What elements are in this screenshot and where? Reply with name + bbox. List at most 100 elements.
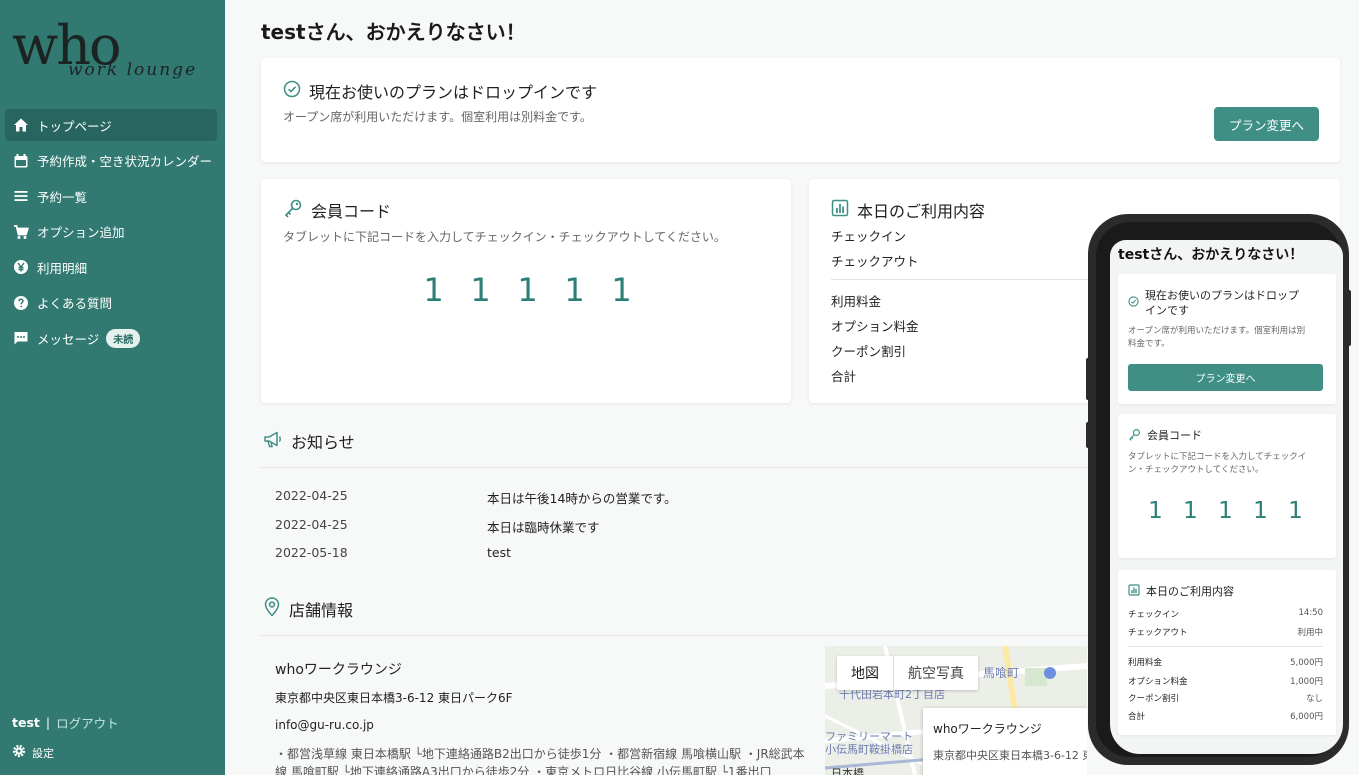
usage-row-fee: 利用料金 xyxy=(831,294,882,309)
sidebar-item-messages[interactable]: メッセージ 未読 xyxy=(5,322,217,354)
plan-card-title: 現在お使いのプランはドロップインです xyxy=(283,79,597,103)
message-icon xyxy=(13,330,29,346)
usage-row-option-fee: オプション料金 xyxy=(831,319,919,334)
mobile-plan-title-text: 現在お使いのプランはドロップ インです xyxy=(1145,288,1299,318)
mobile-usage-row: 合計 6,000円 xyxy=(1128,710,1323,722)
code-digit: 1 xyxy=(423,271,444,309)
sidebar-item-options[interactable]: オプション追加 xyxy=(5,216,217,248)
divider xyxy=(1128,646,1323,647)
mobile-bezel: testさん、おかえりなさい！ 現在お使いのプランはドロップ インです オープン… xyxy=(1096,222,1343,757)
usage-value: 5,000円 xyxy=(1290,658,1323,668)
news-date: 2022-04-25 xyxy=(275,517,348,532)
usage-value: 1,000円 xyxy=(1290,677,1323,687)
mobile-usage-row: オプション料金 1,000円 xyxy=(1128,675,1323,687)
news-title-text: お知らせ xyxy=(291,433,355,452)
mobile-member-code-title-text: 会員コード xyxy=(1147,429,1202,442)
sidebar-item-label: よくある質問 xyxy=(37,296,113,311)
store-map[interactable]: 馬喰町 十代田岩本町2丁目店 ファミリーマート 小伝馬町鞍掛橋店 日本橋 地図 … xyxy=(825,646,1087,775)
map-popup-address: 東京都中央区東日本橋3-6-12 東日 xyxy=(933,749,1087,762)
news-text[interactable]: 本日は臨時休業です xyxy=(487,517,600,536)
plan-card: 現在お使いのプランはドロップインです オープン席が利用いただけます。個室利用は別… xyxy=(261,58,1340,162)
news-text[interactable]: test xyxy=(487,545,511,560)
mobile-member-code-desc-line: タブレットに下記コードを入力してチェックイ xyxy=(1128,452,1307,462)
store-address: 東京都中央区東日本橋3-6-12 東日パーク6F xyxy=(275,691,513,705)
code-digit: 1 xyxy=(470,271,491,309)
sidebar-item-faq[interactable]: よくある質問 xyxy=(5,287,217,319)
news-text[interactable]: 本日は午後14時からの営業です。 xyxy=(487,488,677,507)
usage-label: チェックアウト xyxy=(1128,628,1188,638)
logo-sub-text: work lounge xyxy=(68,60,198,80)
sidebar-footer: test | ログアウト 設定 xyxy=(12,713,119,761)
sidebar-item-top[interactable]: トップページ xyxy=(5,109,217,141)
separator: | xyxy=(45,715,51,730)
list-icon xyxy=(13,188,29,204)
mobile-screen: testさん、おかえりなさい！ 現在お使いのプランはドロップ インです オープン… xyxy=(1110,240,1343,754)
change-plan-button[interactable]: プラン変更へ xyxy=(1214,107,1319,141)
page-title: testさん、おかえりなさい！ xyxy=(261,20,526,44)
news-date: 2022-05-18 xyxy=(275,545,348,560)
sidebar-item-reservations[interactable]: 予約一覧 xyxy=(5,180,217,212)
code-digit: 1 xyxy=(1288,498,1303,524)
usage-title: 本日のご利用内容 xyxy=(831,198,985,222)
mobile-usage-card: 本日のご利用内容 チェックイン 14:50 チェックアウト 利用中 利用料金 5… xyxy=(1118,570,1336,735)
yen-icon xyxy=(13,259,29,275)
sidebar-item-statements[interactable]: 利用明細 xyxy=(5,251,217,283)
sidebar-item-calendar[interactable]: 予約作成・空き状況カレンダー xyxy=(5,145,217,177)
mobile-member-code-desc: タブレットに下記コードを入力してチェックイ ン・チェックアウトしてください。 xyxy=(1128,451,1306,477)
key-icon xyxy=(1128,428,1141,445)
usage-label: チェックイン xyxy=(1128,610,1180,620)
logout-link[interactable]: ログアウト xyxy=(56,713,119,732)
code-digit: 1 xyxy=(1218,498,1233,524)
mobile-plan-desc-line: 料金です。 xyxy=(1128,339,1170,349)
usage-value: 6,000円 xyxy=(1290,712,1323,722)
user-name: test xyxy=(12,715,40,730)
member-code-title: 会員コード xyxy=(283,198,391,222)
mobile-change-plan-button[interactable]: プラン変更へ xyxy=(1128,364,1323,391)
member-code-desc: タブレットに下記コードを入力してチェックイン・チェックアウトしてください。 xyxy=(283,230,726,244)
megaphone-icon xyxy=(263,429,283,453)
sidebar-item-label: 予約作成・空き状況カレンダー xyxy=(37,154,213,169)
store-access: ・都営浅草線 東日本橋駅 └地下連絡通路B2出口から徒歩1分 ・都営新宿線 馬喰… xyxy=(275,747,805,775)
map-popup-name: whoワークラウンジ xyxy=(933,722,1042,736)
usage-value: 14:50 xyxy=(1298,608,1324,618)
usage-title-text: 本日のご利用内容 xyxy=(857,202,986,221)
store-name: whoワークラウンジ xyxy=(275,662,402,678)
mobile-usage-row: チェックイン 14:50 xyxy=(1128,608,1323,620)
mobile-page-title: testさん、おかえりなさい！ xyxy=(1118,247,1304,263)
location-pin-icon xyxy=(263,597,281,621)
check-circle-icon xyxy=(283,80,301,102)
sidebar-nav: トップページ 予約作成・空き状況カレンダー 予約一覧 オプション追加 利用明細 xyxy=(5,109,217,358)
usage-row-total: 合計 xyxy=(831,369,857,384)
usage-value: なし xyxy=(1305,694,1323,704)
map-type-tabs: 地図 航空写真 xyxy=(837,656,978,690)
store-title-text: 店舗情報 xyxy=(289,601,354,620)
code-digit: 1 xyxy=(1253,498,1268,524)
gear-icon xyxy=(12,744,26,761)
plan-desc: オープン席が利用いただけます。個室利用は別料金です。 xyxy=(283,110,592,124)
tab-map[interactable]: 地図 xyxy=(837,656,893,690)
mobile-plan-desc: オープン席が利用いただけます。個室利用は別 料金です。 xyxy=(1128,325,1305,351)
home-icon xyxy=(13,117,29,133)
usage-value: 利用中 xyxy=(1297,628,1323,638)
cart-icon xyxy=(13,224,29,240)
store-title: 店舗情報 xyxy=(263,597,353,621)
help-icon xyxy=(13,295,29,311)
map-label: 小伝馬町鞍掛橋店 xyxy=(825,743,913,756)
mobile-member-code-title: 会員コード xyxy=(1128,428,1202,445)
mobile-usage-row: 利用料金 5,000円 xyxy=(1128,656,1323,668)
mobile-member-code-desc-line: ン・チェックアウトしてください。 xyxy=(1128,465,1264,475)
usage-label: オプション料金 xyxy=(1128,677,1188,687)
mobile-usage-title-text: 本日のご利用内容 xyxy=(1146,585,1234,598)
settings-link[interactable]: 設定 xyxy=(12,744,119,761)
check-circle-icon xyxy=(1128,288,1139,318)
map-label: 日本橋 xyxy=(831,767,864,775)
store-email[interactable]: info@gu-ru.co.jp xyxy=(275,718,374,732)
plan-title-text: 現在お使いのプランはドロップインです xyxy=(309,83,598,102)
usage-row-checkin: チェックイン xyxy=(831,229,907,244)
sidebar-item-label: オプション追加 xyxy=(37,225,125,240)
usage-label: クーポン割引 xyxy=(1128,694,1180,704)
logo[interactable]: who work lounge xyxy=(12,14,217,94)
tab-satellite[interactable]: 航空写真 xyxy=(893,656,978,690)
mobile-plan-title-line: 現在お使いのプランはドロップ xyxy=(1145,289,1299,302)
mobile-plan-title: 現在お使いのプランはドロップ インです xyxy=(1128,288,1299,318)
